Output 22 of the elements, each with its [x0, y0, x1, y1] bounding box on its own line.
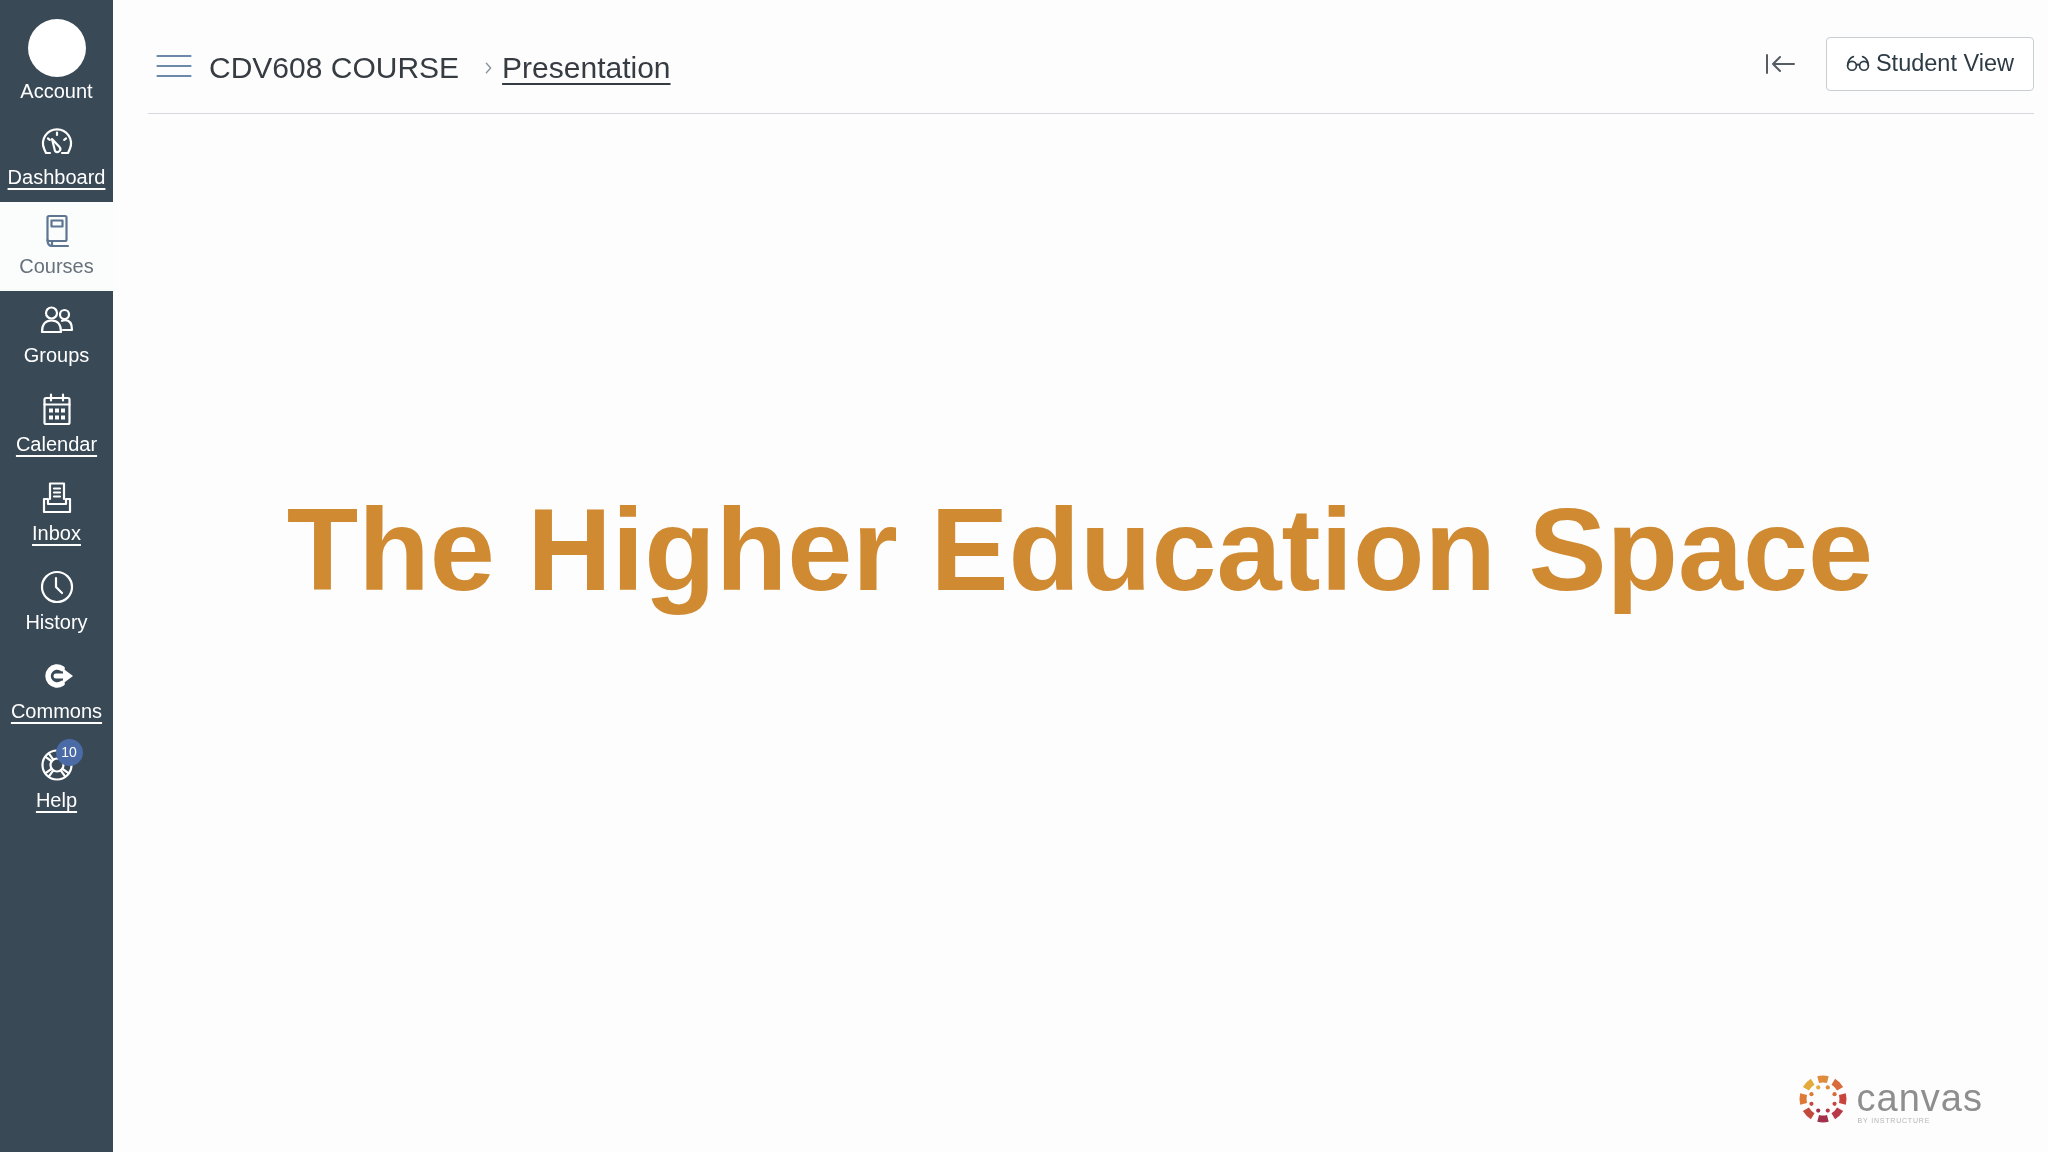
sidebar-item[interactable]: History: [0, 558, 113, 647]
menu-icon[interactable]: [156, 53, 192, 78]
notification-badge: 10: [55, 739, 83, 766]
sidebar-item[interactable]: Courses: [0, 202, 113, 291]
breadcrumb-link[interactable]: Presentation: [502, 49, 671, 86]
logo-wordmark: canvas: [1856, 1079, 1983, 1117]
slide-title: The Higher Education Space: [286, 483, 1874, 617]
sidebar-item[interactable]: 10 Help: [0, 736, 113, 825]
clock-icon: [38, 569, 75, 605]
logo-icon: [1797, 1074, 1848, 1124]
sidebar-item[interactable]: Calendar: [0, 380, 113, 469]
breadcrumb-link[interactable]: CDV608 COURSE: [209, 49, 460, 86]
sidebar-item[interactable]: Account: [0, 0, 113, 113]
student-view-button[interactable]: Student View: [1825, 36, 2034, 91]
collapse-icon[interactable]: [1764, 53, 1795, 74]
sidebar-item[interactable]: Dashboard: [0, 113, 113, 202]
glasses-icon: [1845, 55, 1870, 72]
avatar-icon: [27, 19, 86, 77]
sidebar-item[interactable]: Inbox: [0, 469, 113, 558]
sidebar-item[interactable]: Groups: [0, 291, 113, 380]
sidebar-item[interactable]: Commons: [0, 647, 113, 736]
chevron-icon: [485, 61, 493, 74]
